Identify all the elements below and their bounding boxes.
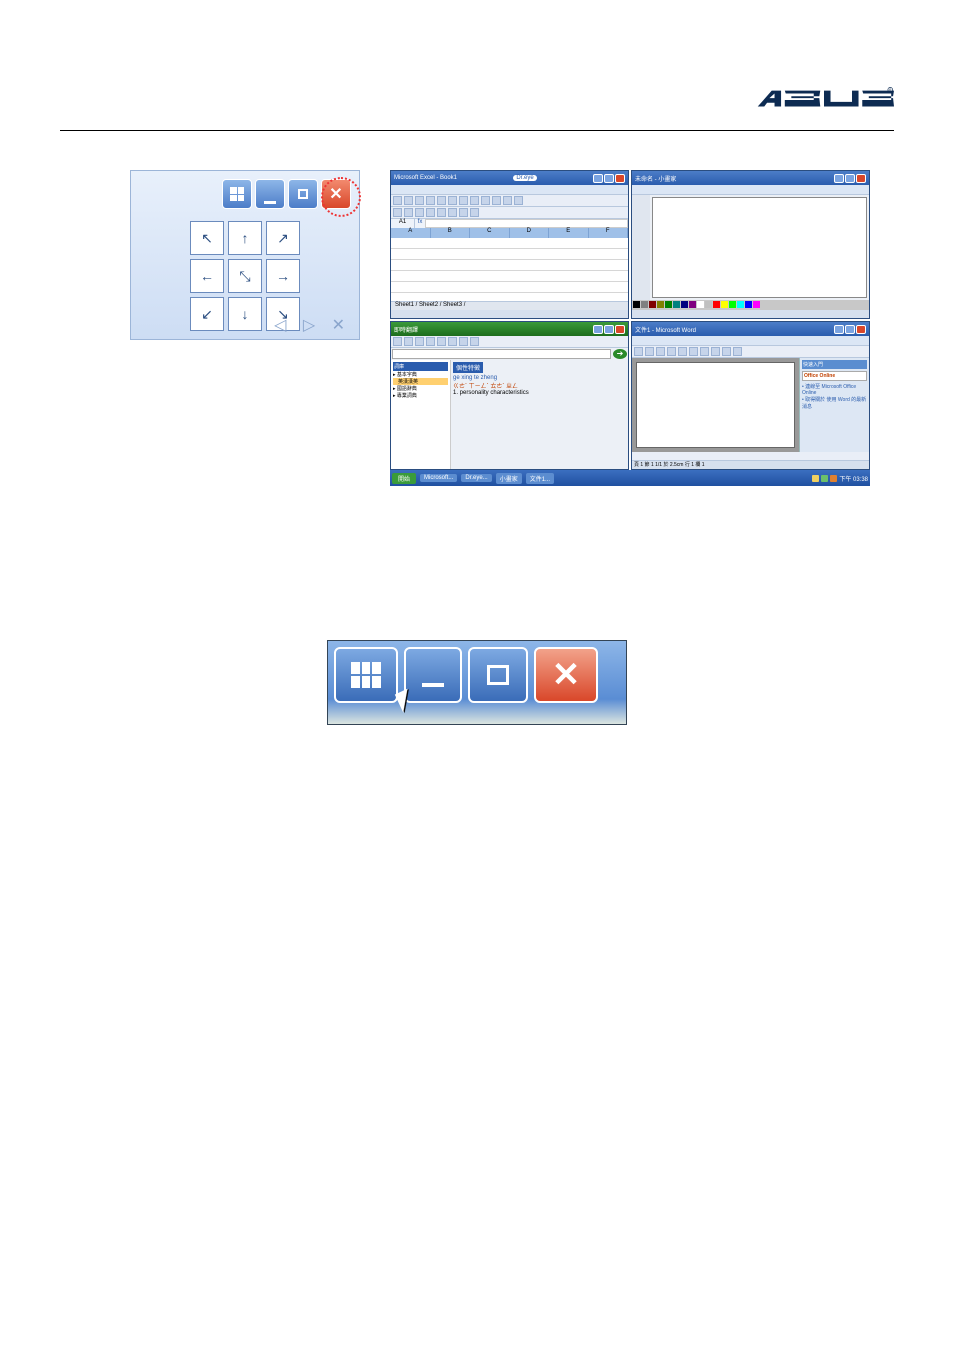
formula-bar[interactable]: [425, 219, 628, 228]
word-task-pane[interactable]: 快速入門 Office Online • 連線至 Microsoft Offic…: [799, 358, 869, 452]
close-button[interactable]: ✕: [534, 647, 598, 703]
grid-button[interactable]: [334, 647, 398, 703]
dict-result: 個性特徵 ge xing te zheng ㄍㄜˋ ㄒㄧㄥˋ ㄊㄜˋ ㄓㄥ 1.…: [451, 360, 628, 469]
word-status-bar: 頁 1 節 1 1/1 於 2.5cm 行 1 欄 1: [632, 461, 869, 469]
word-window: 文件1 - Microsoft Word 快速入門 Office Online …: [631, 321, 870, 470]
dir-center[interactable]: ⤡: [228, 259, 262, 293]
dir-top[interactable]: ↑: [228, 221, 262, 255]
spreadsheet-grid[interactable]: [391, 238, 628, 301]
horizontal-rule: [60, 130, 894, 131]
paint-title: 未命名 - 小畫家: [635, 174, 676, 183]
name-box[interactable]: A1: [391, 219, 415, 228]
dir-bottom[interactable]: ↓: [228, 297, 262, 331]
clock: 下午 03:38: [839, 474, 868, 483]
paint-canvas[interactable]: [652, 197, 867, 298]
dict-tree[interactable]: 詞庫 ▸ 基本字典 英漢漢英 ▸ 國語辭典 ▸ 專業詞典: [391, 360, 451, 469]
taskbar-button[interactable]: Dr.eye...: [461, 474, 491, 482]
minimize-icon[interactable]: [255, 179, 285, 209]
color-palette[interactable]: [632, 300, 869, 310]
taskbar-button[interactable]: 小畫家: [496, 473, 522, 484]
word-title: 文件1 - Microsoft Word: [635, 325, 696, 334]
paint-toolbox[interactable]: [632, 195, 650, 300]
splitter-control-panel: ✕ ↖ ↑ ↗ ← ⤡ → ↙ ↓ ↘ ◁ ▷ ✕: [130, 170, 360, 340]
dir-top-right[interactable]: ↗: [266, 221, 300, 255]
close-icon[interactable]: ✕: [321, 179, 351, 209]
dreye-badge: Dr.eye: [513, 175, 536, 181]
start-button[interactable]: 開始: [392, 473, 416, 484]
dir-right[interactable]: →: [266, 259, 300, 293]
windows-taskbar[interactable]: 開始 Microsoft... Dr.eye... 小畫家 文件1... 下午 …: [390, 470, 870, 486]
taskbar-button[interactable]: Microsoft...: [420, 474, 457, 482]
maximize-icon[interactable]: [288, 179, 318, 209]
maximize-button[interactable]: [468, 647, 528, 703]
dir-top-left[interactable]: ↖: [190, 221, 224, 255]
word-page[interactable]: [636, 362, 795, 448]
dict-title: 即時翻譯: [394, 325, 418, 334]
dir-bottom-left[interactable]: ↙: [190, 297, 224, 331]
asus-logo: R: [754, 85, 894, 115]
dict-go-button[interactable]: ➔: [613, 349, 627, 359]
excel-title: Microsoft Excel - Book1: [394, 175, 457, 181]
grid-icon[interactable]: [222, 179, 252, 209]
excel-window: Microsoft Excel - Book1 Dr.eye A1 fx ABC…: [390, 170, 629, 319]
column-headers: ABCDEF: [391, 228, 628, 238]
sheet-tabs[interactable]: Sheet1 / Sheet2 / Sheet3 /: [391, 301, 628, 310]
taskbar-button[interactable]: 文件1...: [526, 473, 554, 484]
dictionary-window: 即時翻譯 ➔ 詞庫 ▸ 基本字典 英漢漢英 ▸ 國語辭典 ▸ 專業詞典 個性特徵: [390, 321, 629, 470]
footer-nav-arrows[interactable]: ◁ ▷ ✕: [274, 315, 351, 335]
dict-search-input[interactable]: [392, 349, 611, 359]
dir-left[interactable]: ←: [190, 259, 224, 293]
system-tray[interactable]: 下午 03:38: [812, 474, 868, 483]
enlarged-titlebar: ✕: [327, 640, 627, 725]
tiled-windows-screenshot: Microsoft Excel - Book1 Dr.eye A1 fx ABC…: [390, 170, 870, 470]
paint-window: 未命名 - 小畫家: [631, 170, 870, 319]
